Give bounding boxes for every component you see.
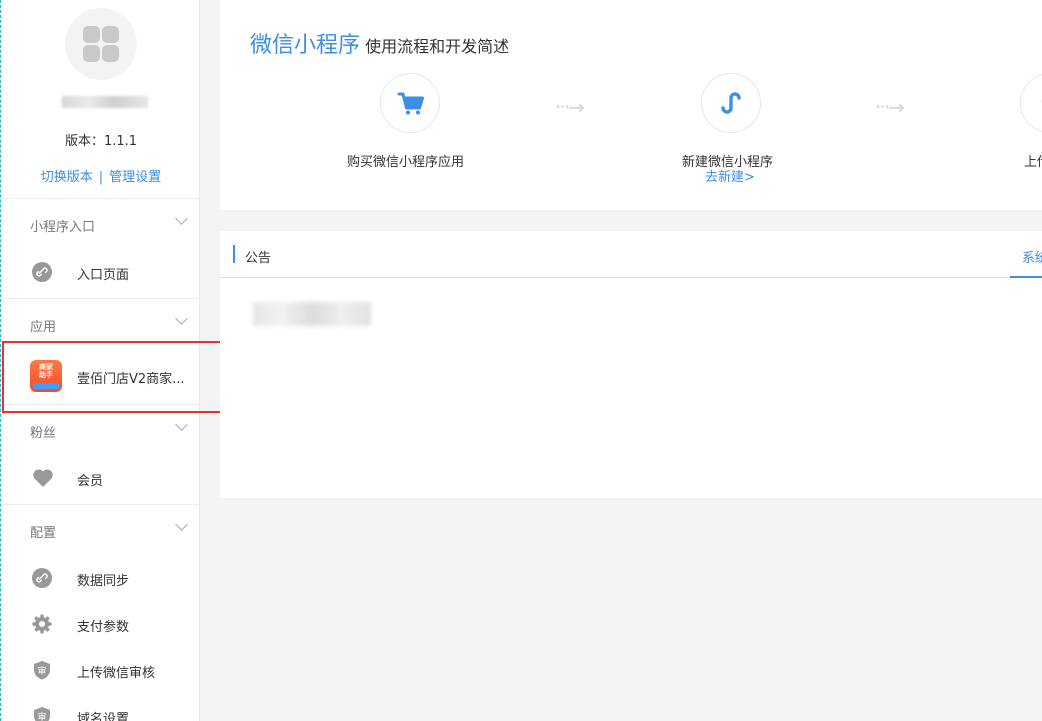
step-new-mini-program[interactable] [701,73,761,133]
section-title: 小程序入口 [30,220,96,235]
notice-panel: 公告 系统 [220,231,1042,498]
notice-header: 公告 系统 [220,231,1042,278]
section-header-config[interactable]: 配置 [2,506,200,546]
page-title-sub: 使用流程和开发简述 [365,37,510,56]
step-buy-app[interactable] [380,73,440,133]
mini-program-icon [721,92,741,114]
create-new-link[interactable]: 去新建> [705,166,755,185]
chevron-down-icon [175,418,188,431]
switch-version-link[interactable]: 切换版本 [41,170,93,185]
dashed-guide-line [0,0,1,721]
notice-content-redacted [253,302,371,326]
gear-icon [32,614,52,634]
sidebar-item-label: 入口页面 [77,268,130,283]
chevron-down-icon [175,312,188,325]
chevron-down-icon [175,212,188,225]
step-label: 上传 [1024,155,1042,170]
sidebar-item-data-sync[interactable]: 数据同步 [2,558,200,598]
sidebar-item-label: 上传微信审核 [77,666,156,681]
sidebar-item-wechat-review[interactable]: 审 上传微信审核 [2,650,200,690]
sidebar-item-label: 支付参数 [77,620,130,635]
svg-text:审: 审 [37,665,46,677]
cart-icon [397,92,424,115]
sidebar-item-label: 域名设置 [77,712,130,721]
version-label: 版本：1.1.1 [64,134,138,149]
page-title: 微信小程序 使用流程和开发简述 [250,27,509,59]
link-separator: | [98,170,104,185]
shield-icon: 审 [32,706,52,721]
section-title: 粉丝 [30,426,57,441]
account-name-redacted [62,96,148,108]
divider [2,298,200,299]
profile-panel: 版本：1.1.1 切换版本 | 管理设置 [2,0,200,199]
avatar [65,8,137,80]
profile-links: 切换版本 | 管理设置 [2,166,200,185]
highlight-box [2,341,246,413]
arrow-right-icon: ···→ [875,95,905,119]
tab-active-indicator [1010,276,1042,278]
sidebar-item-label: 数据同步 [77,574,130,589]
step-label: 购买微信小程序应用 [347,155,465,170]
heart-icon [32,468,53,488]
arrow-right-icon: ···→ [555,95,585,119]
step-upload[interactable]: ⇧ [1020,73,1042,133]
sidebar-item-members[interactable]: 会员 [2,458,200,498]
tab-system[interactable]: 系统 [1022,247,1042,266]
link-icon [32,568,52,588]
manage-settings-link[interactable]: 管理设置 [109,170,161,185]
chevron-down-icon [175,518,188,531]
sidebar-item-payment-params[interactable]: 支付参数 [2,604,200,644]
section-title: 配置 [30,526,57,541]
notice-title: 公告 [245,251,272,266]
link-icon [32,262,52,282]
shield-icon: 审 [32,660,52,680]
page-title-main: 微信小程序 [250,33,361,58]
sidebar-item-domain-settings[interactable]: 审 域名设置 [2,696,200,721]
section-header-apps[interactable]: 应用 [2,300,200,340]
section-header-mini-program-entry[interactable]: 小程序入口 [2,200,200,240]
title-marker [233,245,235,263]
sidebar-item-label: 会员 [77,474,104,489]
divider [2,504,200,505]
section-title: 应用 [30,320,57,335]
sidebar-item-entry-page[interactable]: 入口页面 [2,252,200,292]
svg-text:审: 审 [37,711,46,721]
usage-flow-panel: 微信小程序 使用流程和开发简述 购买微信小程序应用 ···→ 新建微信小程序 去… [220,0,1042,210]
